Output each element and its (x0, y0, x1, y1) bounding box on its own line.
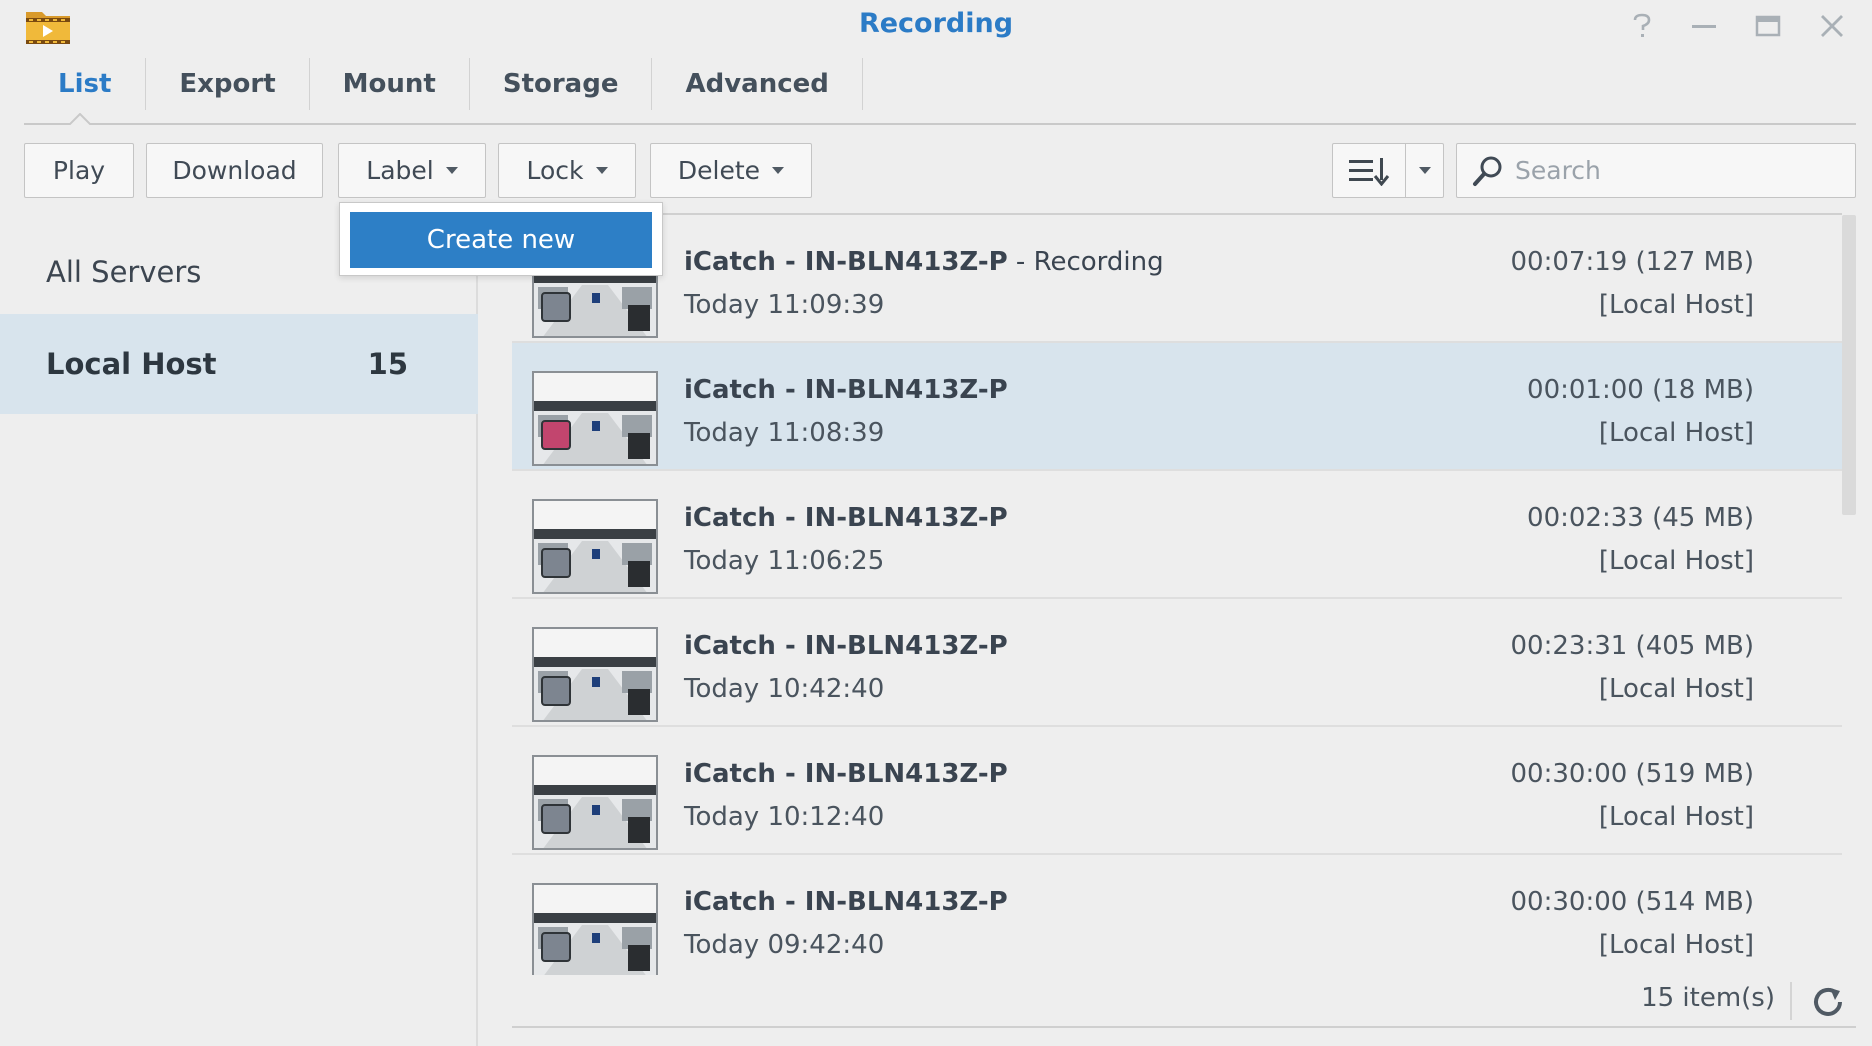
recording-time: Today 11:09:39 (684, 290, 885, 320)
label-color-icon (541, 804, 571, 834)
footer-separator (1790, 982, 1792, 1020)
window-title: Recording (858, 8, 1014, 39)
recording-list: iCatch - IN-BLN413Z-P - Recording Today 1… (512, 215, 1842, 975)
recording-time: Today 10:12:40 (684, 802, 885, 832)
recording-title: iCatch - IN-BLN413Z-P (684, 503, 1008, 533)
label-color-icon (541, 676, 571, 706)
chevron-down-icon (772, 167, 785, 174)
recording-title: iCatch - IN-BLN413Z-P (684, 887, 1008, 917)
recording-row[interactable]: iCatch - IN-BLN413Z-P Today 11:08:39 00:01… (512, 343, 1842, 471)
recording-host: [Local Host] (1598, 930, 1754, 960)
tab-storage[interactable]: Storage (470, 58, 653, 110)
label-color-icon (541, 932, 571, 962)
recording-time: Today 10:42:40 (684, 674, 885, 704)
recording-row[interactable]: iCatch - IN-BLN413Z-P - Recording Today 1… (512, 215, 1842, 343)
sort-list-icon (1349, 157, 1390, 186)
sidebar-item-count: 15 (367, 347, 408, 381)
recording-host: [Local Host] (1598, 674, 1754, 704)
refresh-icon (1814, 987, 1842, 1016)
close-button[interactable] (1812, 6, 1852, 46)
recording-duration: 00:30:00 (519 MB) (1510, 759, 1754, 789)
delete-button-label: Delete (677, 156, 761, 185)
search-icon (1473, 156, 1502, 186)
recording-row[interactable]: iCatch - IN-BLN413Z-P Today 10:42:40 00:23… (512, 599, 1842, 727)
label-button[interactable]: Label (338, 143, 486, 198)
recording-title: iCatch - IN-BLN413Z-P (684, 759, 1008, 789)
download-button-label: Download (172, 156, 297, 185)
camera-name: iCatch - IN-BLN413Z-P (684, 887, 1008, 917)
sidebar-item-label: Local Host (46, 347, 217, 381)
menu-item-create-new[interactable]: Create new (350, 212, 652, 268)
camera-name: iCatch - IN-BLN413Z-P (684, 375, 1008, 405)
recording-row[interactable]: iCatch - IN-BLN413Z-P Today 10:12:40 00:30… (512, 727, 1842, 855)
lock-button-label: Lock (526, 156, 584, 185)
tab-mount[interactable]: Mount (310, 58, 470, 110)
recording-duration: 00:07:19 (127 MB) (1510, 247, 1754, 277)
camera-name: iCatch - IN-BLN413Z-P (684, 247, 1008, 277)
delete-button[interactable]: Delete (650, 143, 812, 198)
minimize-button[interactable] (1684, 6, 1724, 46)
recording-time: Today 09:42:40 (684, 930, 885, 960)
recording-duration: 00:01:00 (18 MB) (1527, 375, 1754, 405)
help-button[interactable] (1622, 6, 1662, 46)
play-button[interactable]: Play (24, 143, 134, 198)
recording-row[interactable]: iCatch - IN-BLN413Z-P Today 11:06:25 00:02… (512, 471, 1842, 599)
recording-thumbnail (532, 371, 658, 466)
maximize-button[interactable] (1748, 6, 1788, 46)
download-button[interactable]: Download (146, 143, 323, 198)
recording-host: [Local Host] (1598, 546, 1754, 576)
server-sidebar: All Servers Local Host 15 (0, 222, 478, 1046)
label-button-label: Label (366, 156, 434, 185)
chevron-down-icon (445, 167, 458, 174)
footer-divider (512, 1026, 1856, 1028)
play-button-label: Play (52, 156, 106, 185)
recording-duration: 00:30:00 (514 MB) (1510, 887, 1754, 917)
label-dropdown-menu: Create new (339, 202, 663, 276)
recording-host: [Local Host] (1598, 802, 1754, 832)
list-scrollbar[interactable] (1842, 215, 1856, 515)
sidebar-item-label: All Servers (46, 255, 202, 289)
recording-host: [Local Host] (1598, 290, 1754, 320)
recording-host: [Local Host] (1598, 418, 1754, 448)
tab-list[interactable]: List (24, 58, 147, 110)
recording-thumbnail (532, 499, 658, 594)
refresh-button[interactable] (1808, 982, 1848, 1022)
label-color-icon (541, 548, 571, 578)
recording-status: - Recording (1007, 247, 1164, 277)
recording-title: iCatch - IN-BLN413Z-P (684, 375, 1008, 405)
close-icon (1821, 15, 1843, 37)
tab-advanced[interactable]: Advanced (652, 58, 863, 110)
help-icon (1633, 13, 1651, 37)
tab-underline (24, 123, 1856, 125)
recording-thumbnail (532, 755, 658, 850)
recording-thumbnail (532, 627, 658, 722)
sidebar-item-local-host[interactable]: Local Host 15 (0, 314, 478, 414)
recording-title: iCatch - IN-BLN413Z-P (684, 631, 1008, 661)
recording-time: Today 11:08:39 (684, 418, 885, 448)
item-count: 15 item(s) (1641, 983, 1775, 1013)
camera-name: iCatch - IN-BLN413Z-P (684, 759, 1008, 789)
recording-thumbnail (532, 883, 658, 975)
label-color-icon (541, 292, 571, 322)
camera-name: iCatch - IN-BLN413Z-P (684, 631, 1008, 661)
lock-button[interactable]: Lock (498, 143, 636, 198)
recording-duration: 00:23:31 (405 MB) (1510, 631, 1754, 661)
recording-title: iCatch - IN-BLN413Z-P - Recording (684, 247, 1164, 277)
recording-time: Today 11:06:25 (684, 546, 885, 576)
tab-export[interactable]: Export (146, 58, 310, 110)
recording-row[interactable]: iCatch - IN-BLN413Z-P Today 09:42:40 00:30… (512, 855, 1842, 975)
camera-name: iCatch - IN-BLN413Z-P (684, 503, 1008, 533)
search-box[interactable] (1456, 143, 1856, 198)
maximize-icon (1755, 15, 1781, 37)
label-color-icon (541, 420, 571, 450)
tab-bar: List Export Mount Storage Advanced (24, 58, 863, 110)
chevron-down-icon (1418, 167, 1431, 174)
active-tab-caret (69, 113, 91, 125)
sort-button[interactable] (1332, 143, 1406, 198)
chevron-down-icon (595, 167, 608, 174)
recording-duration: 00:02:33 (45 MB) (1527, 503, 1754, 533)
minimize-icon (1692, 25, 1716, 28)
search-input[interactable] (1515, 156, 1845, 185)
sort-dropdown-button[interactable] (1406, 143, 1444, 198)
